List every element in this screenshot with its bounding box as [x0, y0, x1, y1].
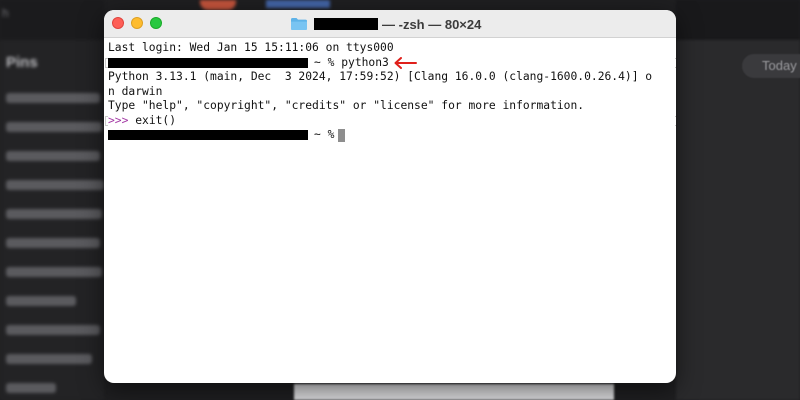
background-list-item	[6, 122, 102, 132]
redacted-prompt	[108, 57, 308, 68]
background-sidebar: h Pins	[0, 0, 104, 400]
background-list-item	[6, 383, 56, 393]
shell-prompt: ~ %	[314, 55, 335, 69]
typed-command: python3	[341, 55, 389, 69]
background-blue-element	[266, 0, 330, 8]
shell-prompt: ~ %	[314, 128, 335, 141]
background-sidebar-corner-text: h	[2, 6, 9, 20]
background-list-item	[6, 267, 102, 277]
command-mark-right	[675, 57, 676, 68]
title-bar[interactable]: — -zsh — 80×24	[104, 10, 676, 38]
maximize-window-button[interactable]	[150, 17, 162, 29]
terminal-line: ~ % python3	[105, 55, 676, 71]
background-list-item	[6, 238, 100, 248]
command-mark-right	[675, 115, 676, 126]
terminal-line: Last login: Wed Jan 15 15:11:06 on ttys0…	[108, 41, 676, 56]
repl-command: exit()	[135, 113, 177, 127]
background-sidebar-topbar	[0, 0, 104, 40]
close-window-button[interactable]	[112, 17, 124, 29]
background-sidebar-heading: Pins	[6, 54, 38, 71]
repl-prompt: >>>	[108, 113, 129, 127]
terminal-output[interactable]: Last login: Wed Jan 15 15:11:06 on ttys0…	[104, 38, 676, 383]
background-list-item	[6, 296, 76, 306]
terminal-line: ~ %	[108, 128, 676, 143]
terminal-line: n darwin	[108, 85, 676, 100]
command-mark-left	[105, 57, 108, 68]
last-login-text: Last login: Wed Jan 15 15:11:06 on ttys0…	[108, 41, 394, 54]
python-banner-line: n darwin	[108, 84, 163, 98]
terminal-line: Python 3.13.1 (main, Dec 3 2024, 17:59:5…	[108, 70, 676, 85]
folder-icon	[290, 17, 308, 31]
background-avatar	[200, 0, 236, 10]
background-main-panel	[676, 40, 800, 400]
python-help-line: Type "help", "copyright", "credits" or "…	[108, 99, 585, 112]
background-list-item	[6, 354, 92, 364]
background-topbar	[676, 0, 800, 40]
redacted-prompt	[108, 130, 308, 140]
background-list-item	[6, 180, 104, 190]
background-list-item	[6, 151, 100, 161]
background-list-item	[6, 93, 100, 103]
redacted-username	[314, 18, 378, 30]
minimize-window-button[interactable]	[131, 17, 143, 29]
command-mark-left	[105, 115, 108, 126]
window-title-text: — -zsh — 80×24	[382, 16, 482, 32]
terminal-line: >>> exit()	[105, 113, 676, 129]
python-banner-line: Python 3.13.1 (main, Dec 3 2024, 17:59:5…	[108, 70, 653, 83]
text-cursor[interactable]	[338, 128, 346, 142]
terminal-window[interactable]: — -zsh — 80×24 Last login: Wed Jan 15 15…	[104, 10, 676, 383]
terminal-line: Type "help", "copyright", "credits" or "…	[108, 99, 676, 114]
background-list-item	[6, 325, 100, 335]
background-today-button: Today	[742, 54, 800, 78]
background-bottom-panel	[294, 384, 614, 400]
red-arrow-icon	[393, 56, 417, 69]
window-title: — -zsh — 80×24	[290, 15, 481, 33]
background-list-item	[6, 209, 102, 219]
